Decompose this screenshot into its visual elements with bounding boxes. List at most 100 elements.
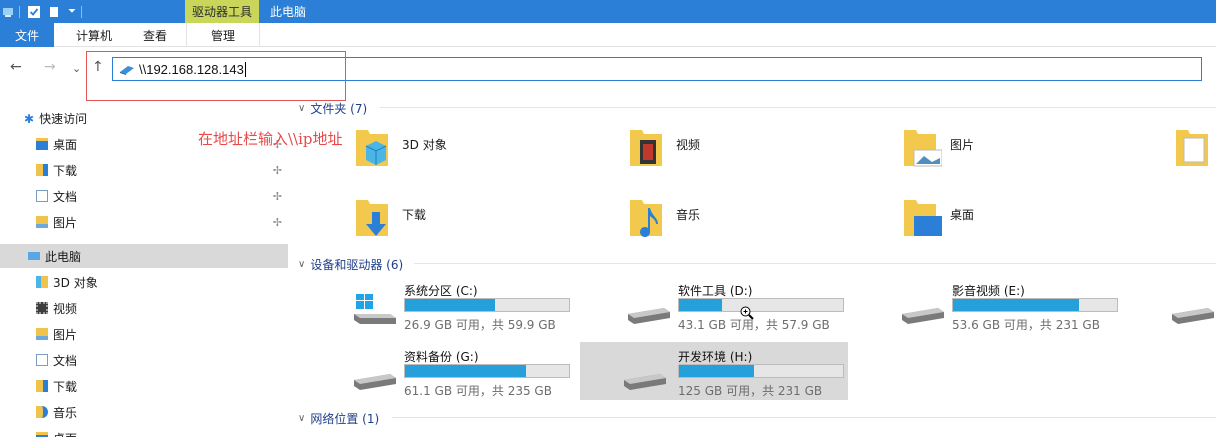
videos-folder-icon bbox=[630, 130, 662, 166]
drive-usage-bar bbox=[678, 364, 844, 378]
hard-drive-icon bbox=[1172, 308, 1214, 324]
folder-item-videos[interactable]: 视频 bbox=[628, 126, 828, 176]
sidebar-item-label: 文档 bbox=[53, 189, 78, 204]
group-header-network[interactable]: ∨ 网络位置 (1) bbox=[298, 410, 379, 427]
sidebar-item-documents[interactable]: 文档 bbox=[0, 348, 288, 372]
forward-button[interactable]: → bbox=[44, 59, 56, 75]
drive-item-g[interactable]: 资料备份 (G:) 61.1 GB 可用，共 235 GB bbox=[348, 342, 608, 400]
sidebar-item-this-pc[interactable]: 此电脑 bbox=[0, 244, 288, 268]
title-bar: ⏷ 驱动器工具 此电脑 bbox=[0, 0, 1216, 23]
sidebar-item-desktop[interactable]: 桌面 bbox=[0, 426, 288, 437]
quick-access-toolbar: ⏷ bbox=[2, 0, 82, 23]
computer-icon bbox=[28, 252, 40, 260]
folder-item-desktop[interactable]: 桌面 bbox=[902, 196, 1102, 246]
pin-icon[interactable]: ✢ bbox=[273, 216, 282, 229]
chevron-down-icon: ∨ bbox=[298, 259, 306, 270]
drive-item-c[interactable]: 系统分区 (C:) 26.9 GB 可用，共 59.9 GB bbox=[348, 276, 608, 334]
sidebar-item-documents[interactable]: 文档 ✢ bbox=[0, 184, 288, 208]
folder-label: 桌面 bbox=[950, 208, 975, 222]
sidebar-item-downloads[interactable]: 下载 ✢ bbox=[0, 158, 288, 182]
divider bbox=[392, 417, 1216, 418]
drive-tools-context-tab[interactable]: 驱动器工具 bbox=[185, 0, 259, 23]
window-title: 此电脑 bbox=[270, 5, 307, 19]
sidebar-item-quick-access[interactable]: ✱ 快速访问 bbox=[0, 106, 288, 130]
sidebar-item-label: 视频 bbox=[53, 301, 78, 316]
videos-folder-icon bbox=[36, 302, 48, 314]
folder-label: 音乐 bbox=[676, 208, 701, 222]
pin-icon[interactable]: ✢ bbox=[273, 164, 282, 177]
properties-icon[interactable] bbox=[28, 5, 40, 18]
drive-label: 影音视频 (E:) bbox=[952, 284, 1025, 298]
sidebar-item-music[interactable]: 音乐 bbox=[0, 400, 288, 424]
sidebar-item-label: 图片 bbox=[53, 327, 78, 342]
sidebar-item-pictures[interactable]: 图片 ✢ bbox=[0, 210, 288, 234]
sidebar-item-label: 下载 bbox=[53, 163, 78, 178]
drive-label: 系统分区 (C:) bbox=[404, 284, 478, 298]
folder-item-music[interactable]: 音乐 bbox=[628, 196, 828, 246]
pin-icon[interactable]: ✢ bbox=[273, 190, 282, 203]
drive-usage-bar bbox=[404, 364, 570, 378]
folder-item-downloads[interactable]: 下载 bbox=[354, 196, 554, 246]
tab-view[interactable]: 查看 bbox=[130, 23, 180, 47]
sidebar-item-label: 音乐 bbox=[53, 405, 78, 420]
tab-computer[interactable]: 计算机 bbox=[60, 23, 128, 47]
tab-manage[interactable]: 管理 bbox=[186, 23, 260, 47]
up-button[interactable]: ↑ bbox=[92, 59, 104, 75]
folder-label: 视频 bbox=[676, 138, 701, 152]
sidebar-item-label: 桌面 bbox=[53, 430, 77, 437]
pictures-folder-icon bbox=[904, 130, 942, 167]
folder-item-documents[interactable] bbox=[1174, 126, 1208, 176]
drive-usage-bar bbox=[678, 298, 844, 312]
sidebar-item-label: 3D 对象 bbox=[53, 275, 98, 290]
group-header-devices[interactable]: ∨ 设备和驱动器 (6) bbox=[298, 256, 403, 273]
group-header-label: 文件夹 (7) bbox=[310, 102, 368, 116]
drive-item-d[interactable]: 软件工具 (D:) 43.1 GB 可用，共 57.9 GB bbox=[622, 276, 882, 334]
sidebar-item-label: 此电脑 bbox=[45, 249, 82, 264]
drive-usage-fill bbox=[405, 299, 496, 311]
sidebar-item-3d-objects[interactable]: 3D 对象 bbox=[0, 270, 288, 294]
tab-file[interactable]: 文件 bbox=[0, 23, 54, 47]
sidebar-item-pictures[interactable]: 图片 bbox=[0, 322, 288, 346]
folder-label: 下载 bbox=[402, 208, 427, 222]
drive-size-text: 26.9 GB 可用，共 59.9 GB bbox=[404, 318, 556, 332]
drive-size-text: 125 GB 可用，共 231 GB bbox=[678, 384, 823, 398]
hard-drive-icon bbox=[628, 308, 670, 324]
recent-locations-button[interactable]: ⌄ bbox=[72, 62, 81, 75]
pictures-folder-icon bbox=[36, 328, 48, 340]
new-folder-icon[interactable] bbox=[48, 6, 60, 18]
group-header-label: 设备和驱动器 (6) bbox=[310, 258, 404, 272]
documents-folder-icon bbox=[1176, 130, 1208, 166]
folder-label: 3D 对象 bbox=[402, 138, 447, 152]
chevron-down-icon: ∨ bbox=[298, 103, 306, 114]
drive-item-e[interactable]: 影音视频 (E:) 53.6 GB 可用，共 231 GB bbox=[896, 276, 1156, 334]
computer-icon[interactable] bbox=[2, 6, 14, 18]
drive-usage-fill bbox=[679, 365, 755, 377]
drive-size-text: 61.1 GB 可用，共 235 GB bbox=[404, 384, 552, 398]
address-bar[interactable]: \\192.168.128.143 bbox=[112, 57, 1202, 81]
folder-item-3d-objects[interactable]: 3D 对象 bbox=[354, 126, 554, 176]
customize-toolbar-icon[interactable]: ⏷ bbox=[68, 6, 76, 17]
back-button[interactable]: ← bbox=[10, 59, 22, 75]
network-location-icon bbox=[120, 66, 134, 75]
sidebar-item-videos[interactable]: 视频 bbox=[0, 296, 288, 320]
drive-label: 开发环境 (H:) bbox=[678, 350, 753, 364]
sidebar-item-label: 图片 bbox=[53, 215, 78, 230]
drive-usage-bar bbox=[952, 298, 1118, 312]
hard-drive-icon bbox=[624, 374, 666, 390]
drive-item-h[interactable]: 开发环境 (H:) 125 GB 可用，共 231 GB bbox=[580, 342, 848, 400]
group-header-folders[interactable]: ∨ 文件夹 (7) bbox=[298, 100, 367, 117]
address-input[interactable]: \\192.168.128.143 bbox=[139, 62, 244, 77]
desktop-folder-icon bbox=[904, 200, 942, 236]
downloads-folder-icon bbox=[36, 164, 48, 176]
content-pane: ∨ 文件夹 (7) 3D 对象 视频 图片 下载 音乐 桌面 ∨ 设备和驱动器 … bbox=[288, 92, 1216, 437]
ribbon-tabs: 文件 计算机 查看 管理 bbox=[0, 23, 1216, 47]
sidebar-item-downloads[interactable]: 下载 bbox=[0, 374, 288, 398]
drive-item-partial[interactable] bbox=[1166, 276, 1216, 334]
folder-item-pictures[interactable]: 图片 bbox=[902, 126, 1102, 176]
drive-usage-fill bbox=[679, 299, 722, 311]
desktop-folder-icon bbox=[36, 432, 48, 437]
windows-drive-icon bbox=[354, 294, 396, 324]
drive-size-text: 53.6 GB 可用，共 231 GB bbox=[952, 318, 1100, 332]
sidebar-item-label: 快速访问 bbox=[39, 111, 88, 126]
zoom-cursor-icon bbox=[740, 306, 754, 320]
